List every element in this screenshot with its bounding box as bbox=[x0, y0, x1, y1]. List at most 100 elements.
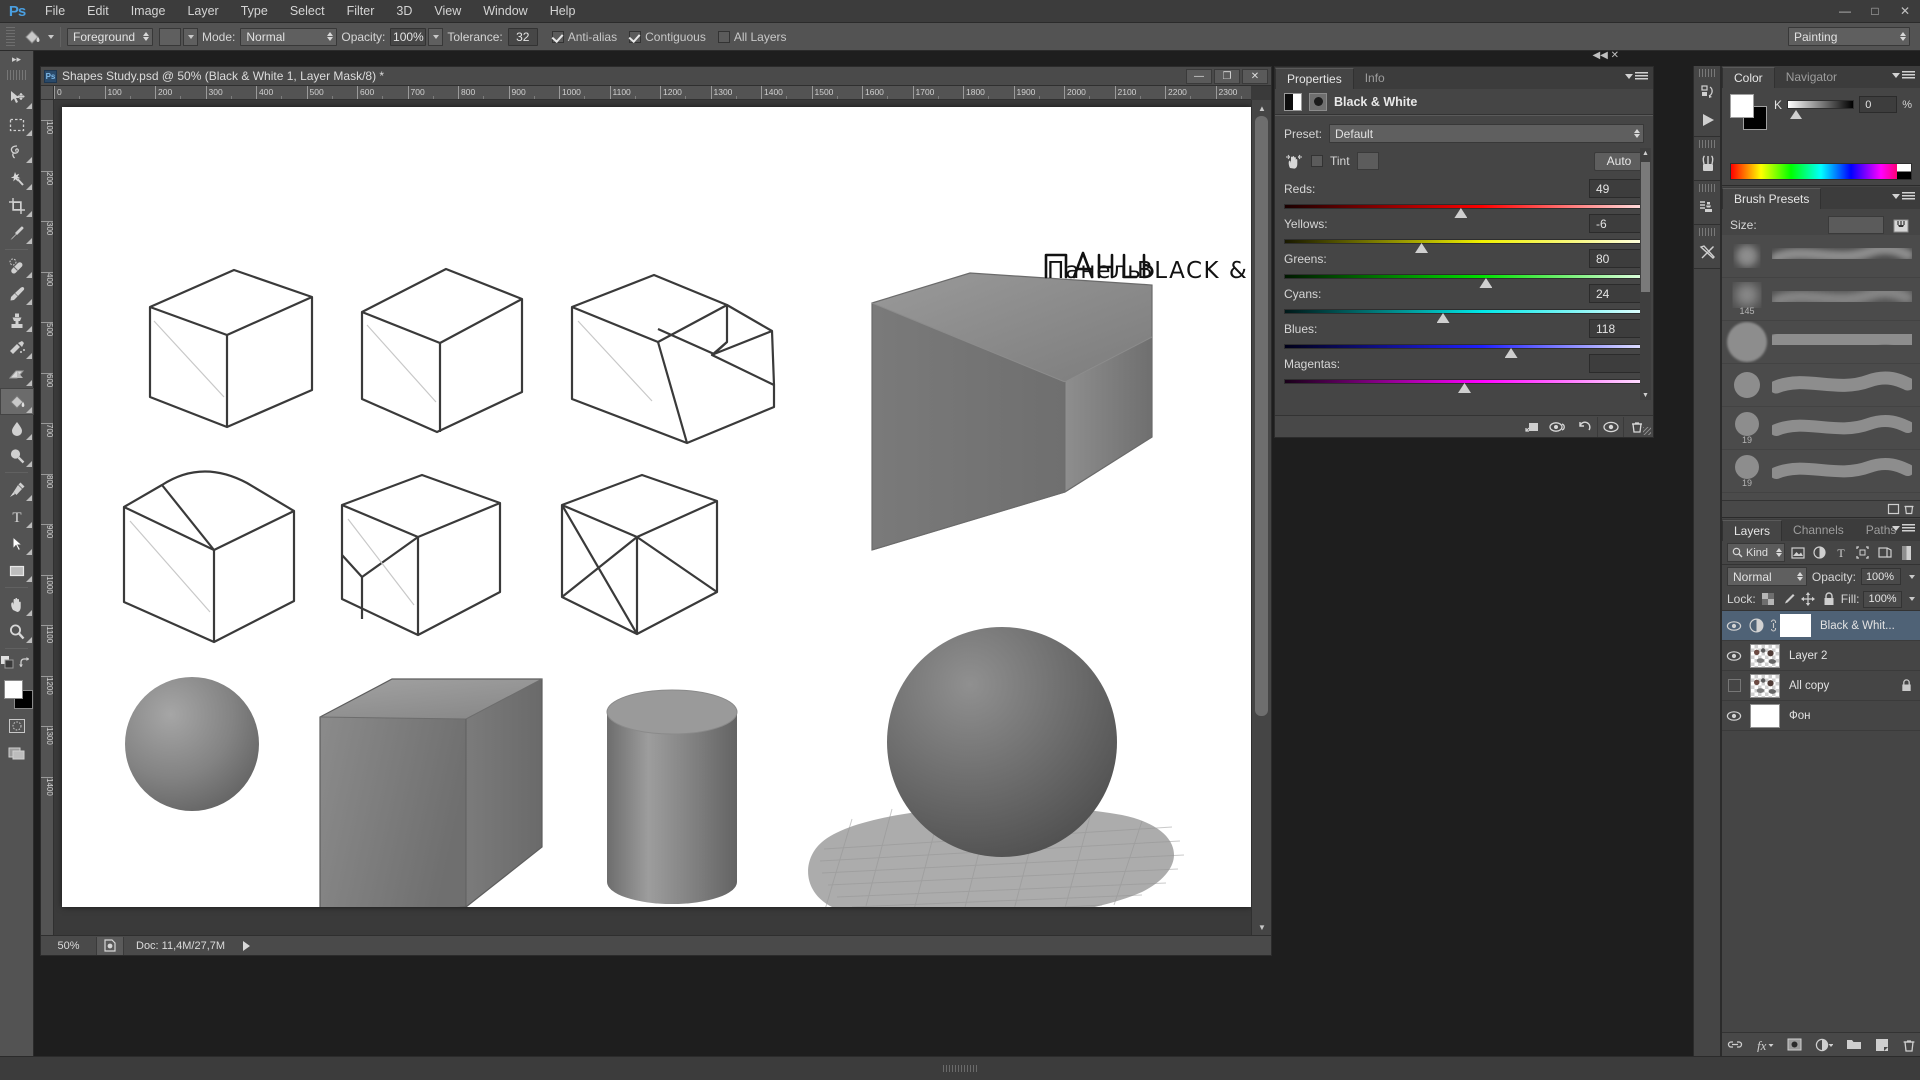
crop-tool[interactable] bbox=[0, 192, 34, 219]
white-black-swatch[interactable] bbox=[1897, 164, 1911, 179]
filter-toggle-icon[interactable] bbox=[1897, 543, 1915, 562]
new-layer-icon[interactable] bbox=[1875, 1038, 1889, 1051]
layer-visibility-off-icon[interactable] bbox=[1722, 671, 1746, 701]
pattern-swatch[interactable] bbox=[159, 27, 181, 46]
document-canvas[interactable]: Панель BLACK & WHITE bbox=[62, 107, 1251, 907]
on-image-adjustment-hand-icon[interactable] bbox=[1284, 152, 1304, 170]
maximize-icon[interactable]: □ bbox=[1860, 0, 1890, 23]
clone-source-icon[interactable] bbox=[1694, 194, 1722, 221]
layer-name[interactable]: Фон bbox=[1789, 710, 1811, 722]
slider-track[interactable] bbox=[1284, 379, 1644, 393]
layer-row[interactable]: Фон bbox=[1722, 701, 1920, 731]
layer-row[interactable]: Black & Whit... bbox=[1722, 611, 1920, 641]
document-restore-icon[interactable]: ❐ bbox=[1214, 68, 1240, 84]
lock-all-icon[interactable] bbox=[1820, 590, 1836, 609]
canvas-vertical-scrollbar[interactable]: ▲ ▼ bbox=[1251, 100, 1271, 935]
layer-blend-mode-select[interactable]: Normal bbox=[1727, 567, 1807, 586]
menu-3d[interactable]: 3D bbox=[385, 0, 423, 23]
panel-menu-icon[interactable] bbox=[1892, 71, 1915, 80]
tab-channels[interactable]: Channels bbox=[1782, 520, 1855, 541]
swap-colors-icon[interactable] bbox=[19, 656, 32, 670]
slider-track[interactable] bbox=[1284, 274, 1644, 288]
slider-knob[interactable] bbox=[1790, 110, 1803, 119]
paint-bucket-tool[interactable] bbox=[0, 388, 34, 415]
collapse-toolbar-icon[interactable]: ▸▸ bbox=[0, 51, 33, 68]
slider-value-input[interactable]: 118 bbox=[1589, 319, 1644, 338]
brush-preset-item[interactable] bbox=[1722, 364, 1920, 407]
horizontal-ruler[interactable]: 0 100 200 300 400 500 600 700 800 900 1000 1100 1200… bbox=[54, 86, 1251, 100]
play-arrow-icon[interactable] bbox=[243, 940, 251, 951]
foreground-color-swatch[interactable] bbox=[1730, 94, 1754, 118]
minimize-icon[interactable]: — bbox=[1830, 0, 1860, 23]
layer-row[interactable]: All copy bbox=[1722, 671, 1920, 701]
link-layers-icon[interactable] bbox=[1727, 1038, 1743, 1051]
color-spectrum-ramp[interactable] bbox=[1730, 163, 1912, 180]
slider-value-input[interactable]: -6 bbox=[1589, 214, 1644, 233]
layer-list[interactable]: Black & Whit... Layer 2 All copy Фон bbox=[1722, 611, 1920, 731]
layer-visibility-eye-icon[interactable] bbox=[1722, 641, 1746, 671]
workspace-select[interactable]: Painting bbox=[1788, 27, 1910, 46]
menu-layer[interactable]: Layer bbox=[176, 0, 229, 23]
add-layer-mask-icon[interactable] bbox=[1787, 1038, 1802, 1051]
document-preview-icon[interactable] bbox=[96, 936, 124, 955]
opacity-input[interactable]: 100% bbox=[390, 27, 427, 46]
delete-brush-icon[interactable] bbox=[1903, 503, 1915, 515]
fill-chevron-icon[interactable] bbox=[1909, 597, 1915, 601]
document-minimize-icon[interactable]: — bbox=[1186, 68, 1212, 84]
menu-help[interactable]: Help bbox=[539, 0, 587, 23]
foreground-color-swatch[interactable] bbox=[4, 680, 23, 699]
menu-view[interactable]: View bbox=[423, 0, 472, 23]
brush-tool[interactable] bbox=[0, 280, 34, 307]
close-icon[interactable]: ✕ bbox=[1890, 0, 1920, 23]
layer-name[interactable]: All copy bbox=[1789, 680, 1829, 692]
blur-tool[interactable] bbox=[0, 415, 34, 442]
brush-preset-list[interactable]: 145 19 19 bbox=[1722, 235, 1920, 500]
rail-grip[interactable] bbox=[1699, 184, 1715, 192]
screen-mode-toggle[interactable] bbox=[0, 739, 34, 766]
layer-mask-thumbnail[interactable] bbox=[1780, 614, 1811, 637]
options-bar-grip[interactable] bbox=[6, 26, 15, 47]
toggle-layer-visibility-icon[interactable] bbox=[1545, 417, 1571, 437]
path-selection-tool[interactable] bbox=[0, 530, 34, 557]
layer-name[interactable]: Black & Whit... bbox=[1820, 620, 1895, 632]
scroll-down-icon[interactable]: ▼ bbox=[1641, 390, 1650, 400]
filter-smart-object-icon[interactable] bbox=[1876, 543, 1894, 562]
brush-icon[interactable] bbox=[1694, 150, 1722, 177]
brush-preset-item[interactable]: 145 bbox=[1722, 278, 1920, 321]
rail-grip[interactable] bbox=[1699, 69, 1715, 77]
tab-color[interactable]: Color bbox=[1722, 67, 1775, 88]
layer-thumbnail[interactable] bbox=[1750, 643, 1780, 668]
rectangle-tool[interactable] bbox=[0, 557, 34, 584]
mask-link-icon[interactable] bbox=[1766, 619, 1780, 632]
vertical-ruler[interactable]: 100 200 300 400 500 600 700 800 900 1000 1100 1200 1… bbox=[41, 100, 54, 935]
layer-styles-fx-icon[interactable]: fx bbox=[1756, 1038, 1774, 1052]
slider-value-input[interactable]: 24 bbox=[1589, 284, 1644, 303]
rail-grip[interactable] bbox=[1699, 228, 1715, 236]
contiguous-checkbox[interactable]: Contiguous bbox=[629, 30, 706, 44]
tab-navigator[interactable]: Navigator bbox=[1775, 67, 1848, 88]
foreground-background-colors[interactable] bbox=[0, 678, 34, 712]
magic-wand-tool[interactable] bbox=[0, 165, 34, 192]
slider-track[interactable] bbox=[1284, 204, 1644, 218]
k-channel-value[interactable]: 0 bbox=[1859, 96, 1898, 113]
properties-scrollbar[interactable]: ▲ ▼ bbox=[1640, 148, 1651, 400]
auto-button[interactable]: Auto bbox=[1594, 151, 1644, 171]
lock-image-icon[interactable] bbox=[1780, 590, 1796, 609]
preview-eye-icon[interactable] bbox=[1597, 416, 1623, 437]
slider-track[interactable] bbox=[1284, 344, 1644, 358]
slider-value-input[interactable] bbox=[1589, 354, 1644, 373]
zoom-tool[interactable] bbox=[0, 618, 34, 645]
tolerance-input[interactable]: 32 bbox=[507, 27, 538, 46]
clip-to-layer-icon[interactable] bbox=[1519, 417, 1545, 437]
menu-file[interactable]: File bbox=[34, 0, 76, 23]
panel-resize-grip[interactable] bbox=[1643, 427, 1651, 435]
rectangular-marquee-tool[interactable] bbox=[0, 111, 34, 138]
layer-row[interactable]: Layer 2 bbox=[1722, 641, 1920, 671]
layer-fill-input[interactable]: 100% bbox=[1863, 590, 1902, 608]
color-panel-swatches[interactable] bbox=[1730, 94, 1768, 130]
filter-shape-icon[interactable] bbox=[1854, 543, 1872, 562]
toolbar-grip[interactable] bbox=[6, 70, 27, 80]
spot-healing-brush-tool[interactable] bbox=[0, 253, 34, 280]
tint-color-swatch[interactable] bbox=[1356, 152, 1379, 170]
tool-presets-icon[interactable] bbox=[1694, 238, 1722, 265]
